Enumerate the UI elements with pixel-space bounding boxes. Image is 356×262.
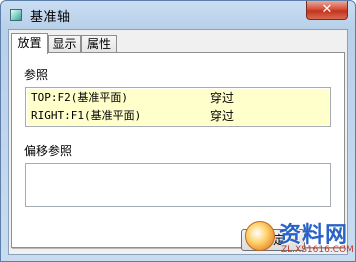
window-title: 基准轴 (30, 10, 71, 25)
tab-placement[interactable]: 放置 (11, 33, 48, 54)
reference-row[interactable]: RIGHT:F1(基准平面) 穿过 (27, 107, 329, 125)
reference-constraint-type[interactable]: 穿过 (210, 107, 234, 125)
reference-name: RIGHT:F1(基准平面) (31, 109, 142, 122)
datum-axis-icon (10, 9, 22, 21)
close-icon: ✕ (321, 2, 333, 17)
reference-row[interactable]: TOP:F2(基准平面) 穿过 (27, 89, 329, 107)
tab-display[interactable]: 显示 (48, 35, 81, 53)
site-watermark: 资料网 ZL.XS1616.COM (245, 215, 354, 259)
close-button[interactable]: ✕ (306, 1, 348, 20)
watermark-logo-icon (245, 221, 275, 251)
references-label: 参照 (24, 68, 49, 82)
dialog-window: 基准轴 ✕ 放置 显示 属性 参照 TOP:F2(基准平面) 穿过 RIGHT:… (0, 0, 356, 262)
title-bar[interactable]: 基准轴 ✕ (1, 1, 355, 28)
reference-constraint-type[interactable]: 穿过 (210, 89, 234, 107)
references-list[interactable]: TOP:F2(基准平面) 穿过 RIGHT:F1(基准平面) 穿过 (25, 87, 331, 127)
reference-name: TOP:F2(基准平面) (31, 91, 128, 104)
offset-references-list[interactable] (25, 163, 331, 207)
offset-references-label: 偏移参照 (24, 144, 73, 158)
watermark-url: ZL.XS1616.COM (281, 245, 354, 255)
tab-properties[interactable]: 属性 (81, 35, 117, 53)
